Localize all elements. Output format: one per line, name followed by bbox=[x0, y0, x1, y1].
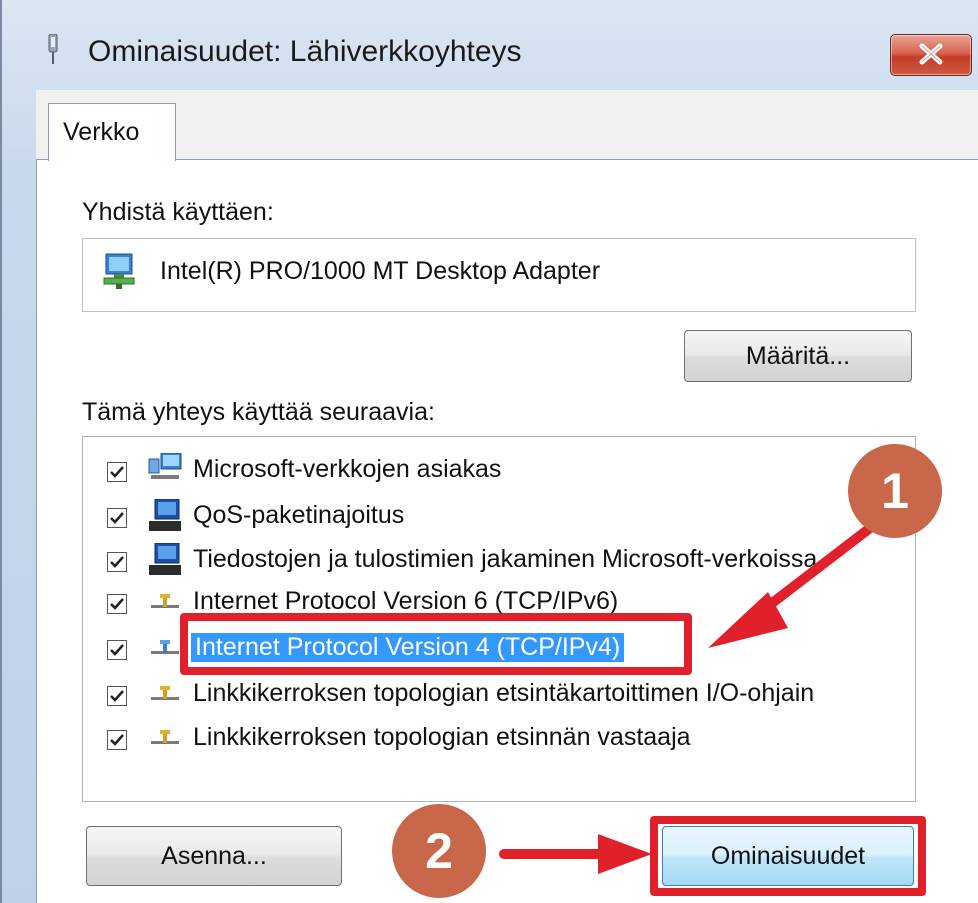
step-badge-2: 2 bbox=[392, 804, 486, 898]
check-icon bbox=[110, 690, 124, 702]
item-label: Internet Protocol Version 6 (TCP/IPv6) bbox=[193, 587, 619, 615]
checkbox[interactable] bbox=[107, 730, 127, 750]
configure-button-label: Määritä... bbox=[745, 341, 851, 370]
install-button-label: Asenna... bbox=[161, 841, 267, 870]
check-icon bbox=[110, 556, 124, 568]
list-item[interactable]: Linkkikerroksen topologian etsinnän vast… bbox=[83, 719, 913, 757]
components-label: Tämä yhteys käyttää seuraavia: bbox=[82, 398, 435, 426]
tab-verkko[interactable]: Verkko bbox=[48, 103, 176, 161]
configure-button[interactable]: Määritä... bbox=[684, 330, 912, 382]
arrow-to-ipv4 bbox=[708, 523, 875, 648]
network-plug-icon bbox=[48, 34, 58, 64]
step-badge-1: 1 bbox=[848, 444, 942, 538]
close-icon bbox=[919, 43, 943, 65]
network-client-icon bbox=[148, 453, 182, 479]
check-icon bbox=[110, 466, 124, 478]
properties-button-label: Ominaisuudet bbox=[710, 841, 866, 870]
check-icon bbox=[110, 734, 124, 746]
window-title: Ominaisuudet: Lähiverkkoyhteys bbox=[88, 35, 522, 68]
ipv4-highlight bbox=[180, 613, 692, 675]
list-item[interactable]: Microsoft-verkkojen asiakas bbox=[83, 451, 913, 489]
checkbox[interactable] bbox=[107, 508, 127, 528]
protocol-icon bbox=[151, 594, 179, 608]
item-label: Microsoft-verkkojen asiakas bbox=[193, 455, 502, 483]
checkbox[interactable] bbox=[107, 640, 127, 660]
adapter-name: Intel(R) PRO/1000 MT Desktop Adapter bbox=[160, 257, 601, 285]
arrow-to-properties bbox=[499, 834, 652, 874]
list-item[interactable]: Linkkikerroksen topologian etsintäkartoi… bbox=[83, 675, 913, 713]
tab-label: Verkko bbox=[63, 118, 140, 146]
protocol-icon bbox=[151, 686, 179, 700]
checkbox[interactable] bbox=[107, 552, 127, 572]
close-button[interactable] bbox=[890, 34, 972, 76]
protocol-icon bbox=[151, 640, 179, 654]
computer-service-icon bbox=[149, 499, 181, 531]
title-bar[interactable]: Ominaisuudet: Lähiverkkoyhteys bbox=[2, 0, 978, 92]
item-label: Linkkikerroksen topologian etsinnän vast… bbox=[193, 723, 691, 751]
check-icon bbox=[110, 644, 124, 656]
check-icon bbox=[110, 512, 124, 524]
checkbox[interactable] bbox=[107, 594, 127, 614]
item-label: QoS-paketinajoitus bbox=[193, 501, 405, 529]
connect-using-label: Yhdistä käyttäen: bbox=[82, 198, 274, 226]
item-label: Linkkikerroksen topologian etsintäkartoi… bbox=[193, 679, 815, 707]
checkbox[interactable] bbox=[107, 462, 127, 482]
checkbox[interactable] bbox=[107, 686, 127, 706]
install-button[interactable]: Asenna... bbox=[86, 826, 342, 886]
check-icon bbox=[110, 598, 124, 610]
computer-service-icon bbox=[149, 543, 181, 575]
properties-button[interactable]: Ominaisuudet bbox=[662, 826, 914, 886]
network-adapter-icon bbox=[103, 253, 135, 289]
protocol-icon bbox=[151, 730, 179, 744]
